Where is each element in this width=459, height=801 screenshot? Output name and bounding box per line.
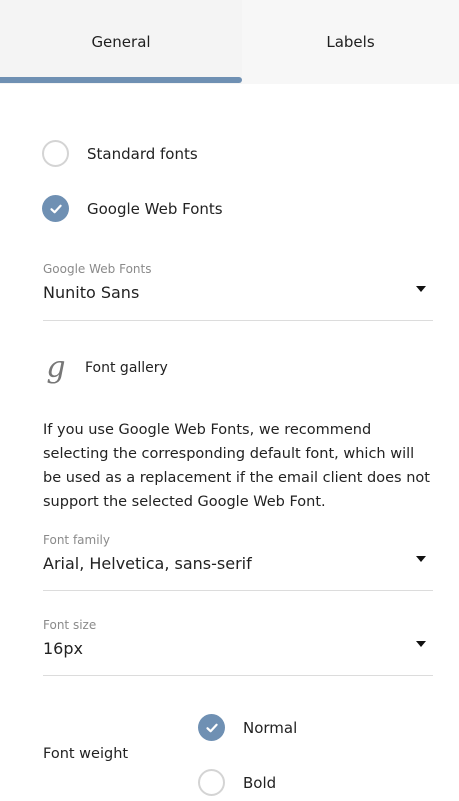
font-family-select-label: Font family (43, 533, 110, 547)
caret-down-icon (416, 641, 426, 647)
tab-bar: General Labels (0, 0, 459, 84)
radio-font-weight-normal-label: Normal (243, 718, 298, 737)
radio-google-web-fonts-label: Google Web Fonts (87, 199, 223, 218)
google-web-fonts-select[interactable]: Google Web Fonts Nunito Sans (43, 262, 433, 321)
radio-unchecked-icon[interactable] (42, 140, 69, 167)
google-fonts-info-text: If you use Google Web Fonts, we recommen… (43, 422, 430, 510)
radio-standard-fonts[interactable]: Standard fonts (42, 140, 198, 167)
font-family-select[interactable]: Font family Arial, Helvetica, sans-serif (43, 533, 433, 591)
radio-checked-icon[interactable] (42, 195, 69, 222)
radio-font-weight-normal[interactable]: Normal (198, 714, 297, 741)
tab-general[interactable]: General (0, 0, 242, 84)
tab-labels[interactable]: Labels (242, 0, 459, 84)
radio-google-web-fonts[interactable]: Google Web Fonts (42, 195, 223, 222)
google-web-fonts-select-label: Google Web Fonts (43, 262, 152, 276)
caret-down-icon (416, 556, 426, 562)
font-size-select-value: 16px (43, 639, 83, 658)
caret-down-icon (416, 286, 426, 292)
radio-font-weight-bold[interactable]: Bold (198, 769, 276, 796)
radio-standard-fonts-label: Standard fonts (87, 144, 198, 163)
radio-checked-icon[interactable] (198, 714, 225, 741)
font-gallery-label: Font gallery (85, 360, 168, 376)
google-web-fonts-select-value: Nunito Sans (43, 283, 140, 302)
radio-unchecked-icon[interactable] (198, 769, 225, 796)
tab-general-label: General (91, 33, 151, 51)
tab-labels-label: Labels (326, 33, 375, 51)
font-gallery-link[interactable]: g Font gallery (43, 350, 168, 385)
font-size-select[interactable]: Font size 16px (43, 618, 433, 676)
font-weight-label: Font weight (43, 746, 129, 762)
google-g-icon: g (46, 350, 66, 385)
radio-font-weight-bold-label: Bold (243, 773, 277, 792)
active-tab-indicator (0, 77, 242, 83)
font-family-select-value: Arial, Helvetica, sans-serif (43, 554, 252, 573)
font-size-select-label: Font size (43, 618, 97, 632)
